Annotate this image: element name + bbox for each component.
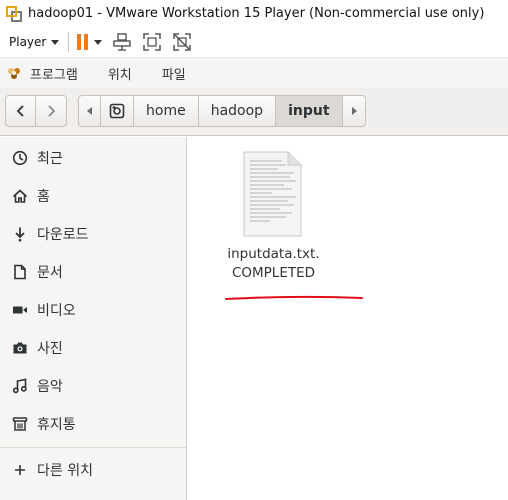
sidebar-item-pictures[interactable]: 사진 (0, 331, 186, 365)
clock-icon (12, 150, 28, 166)
trash-icon (12, 416, 28, 432)
sidebar-item-other-locations[interactable]: 다른 위치 (0, 453, 186, 487)
path-root-button[interactable] (101, 96, 134, 126)
window-title: hadoop01 - VMware Workstation 15 Player … (28, 6, 485, 21)
chevron-left-icon (16, 105, 24, 117)
places-sidebar: 최근 홈 다운로드 문서 비디오 사진 음악 휴지통 다른 위치 (0, 137, 187, 500)
music-icon (12, 378, 28, 394)
history-buttons (5, 95, 67, 127)
menu-places[interactable]: 위치 (108, 64, 132, 83)
chevron-down-icon (51, 39, 60, 45)
fullscreen-icon[interactable] (142, 32, 162, 52)
sidebar-item-downloads[interactable]: 다운로드 (0, 217, 186, 251)
menu-programs[interactable]: 프로그램 (30, 64, 78, 83)
back-button[interactable] (6, 96, 36, 126)
sidebar-item-label: 문서 (37, 265, 63, 281)
unity-icon[interactable] (172, 32, 192, 52)
player-menu-label: Player (9, 35, 47, 49)
video-icon (12, 302, 28, 318)
sidebar-item-label: 홈 (37, 189, 50, 205)
send-ctrl-alt-del-icon[interactable] (112, 32, 132, 52)
app-menu-bar: 프로그램 위치 파일 (0, 58, 508, 88)
file-name: inputdata.txt. COMPLETED (216, 245, 331, 283)
file-name-line-2: COMPLETED (231, 265, 316, 281)
sidebar-item-documents[interactable]: 문서 (0, 255, 186, 289)
sidebar-divider (0, 447, 186, 448)
sidebar-item-videos[interactable]: 비디오 (0, 293, 186, 327)
file-manager-headerbar: home hadoop input (0, 88, 508, 136)
home-icon (12, 188, 28, 204)
pause-button[interactable] (77, 33, 89, 51)
vmware-logo-icon (6, 5, 22, 22)
sidebar-item-recent[interactable]: 최근 (0, 141, 186, 175)
sidebar-item-music[interactable]: 음악 (0, 369, 186, 403)
file-view: inputdata.txt. COMPLETED (188, 137, 508, 500)
sidebar-item-label: 다른 위치 (37, 463, 93, 479)
menu-file[interactable]: 파일 (162, 64, 186, 83)
player-menu-button[interactable]: Player (9, 35, 60, 49)
sidebar-item-label: 다운로드 (37, 227, 89, 243)
window-titlebar: hadoop01 - VMware Workstation 15 Player … (0, 0, 508, 27)
applications-icon (6, 65, 22, 81)
plus-icon (12, 462, 28, 478)
path-segment-home[interactable]: home (134, 96, 199, 126)
path-scroll-right-button[interactable] (343, 96, 365, 126)
document-icon (12, 264, 28, 280)
red-annotation-underline (225, 295, 363, 300)
sidebar-item-trash[interactable]: 휴지통 (0, 407, 186, 441)
download-icon (12, 226, 28, 242)
sidebar-item-label: 최근 (37, 151, 63, 167)
triangle-left-icon (86, 107, 92, 115)
file-name-line-1: inputdata.txt. (227, 246, 320, 262)
triangle-right-icon (351, 107, 357, 115)
sidebar-item-label: 음악 (37, 379, 63, 395)
forward-button[interactable] (36, 96, 66, 126)
text-file-icon (242, 151, 302, 237)
sidebar-item-label: 비디오 (37, 303, 76, 319)
sidebar-item-label: 사진 (37, 341, 63, 357)
sidebar-item-label: 휴지통 (37, 417, 76, 433)
path-segment-input[interactable]: input (276, 96, 343, 126)
camera-icon (12, 340, 28, 356)
drive-icon (109, 103, 125, 119)
path-bar: home hadoop input (78, 95, 366, 127)
path-segment-hadoop[interactable]: hadoop (199, 96, 277, 126)
chevron-right-icon (48, 105, 56, 117)
sidebar-item-home[interactable]: 홈 (0, 179, 186, 213)
path-scroll-left-button[interactable] (79, 96, 101, 126)
toolbar-separator (68, 32, 70, 52)
player-toolbar: Player (0, 27, 508, 58)
pause-dropdown-icon[interactable] (94, 39, 103, 45)
